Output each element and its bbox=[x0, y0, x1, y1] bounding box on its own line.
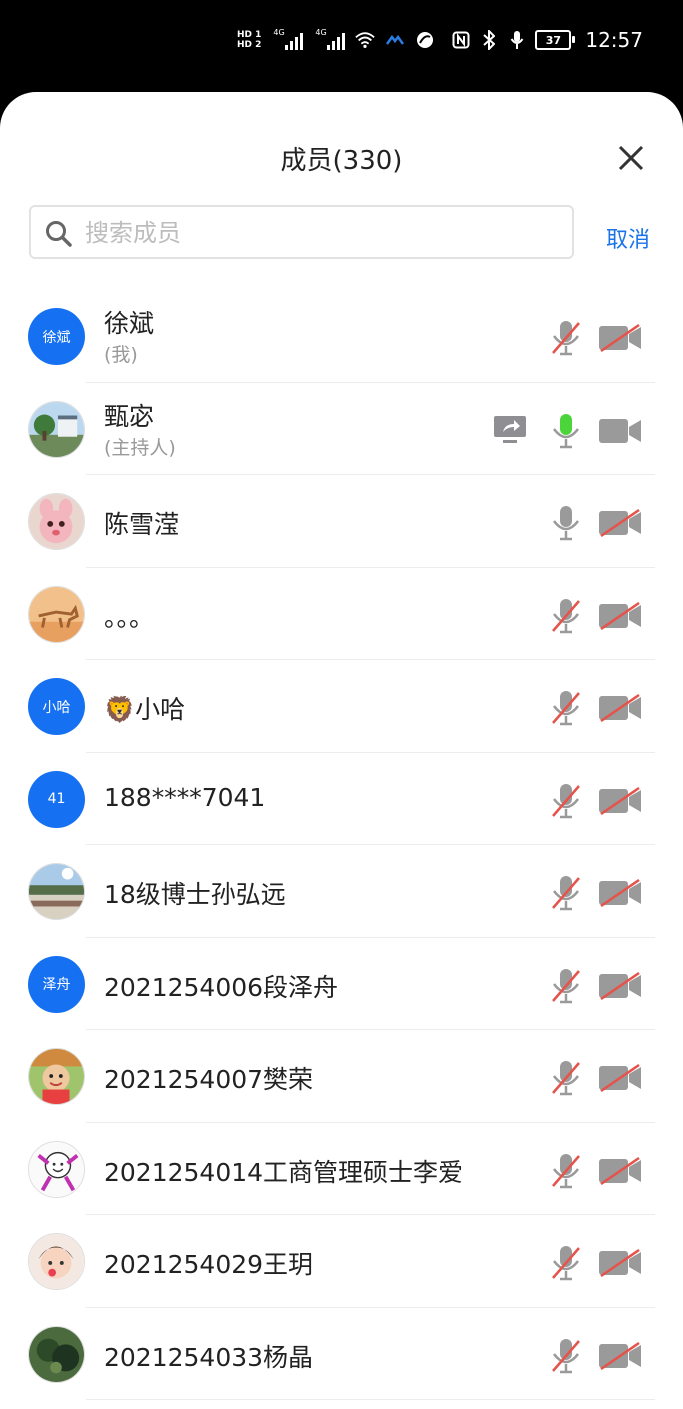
member-name: 甄宓 bbox=[104, 401, 155, 431]
microphone-icon[interactable] bbox=[550, 690, 582, 726]
cancel-button[interactable]: 取消 bbox=[606, 222, 650, 254]
avatar bbox=[28, 1048, 85, 1105]
divider bbox=[86, 1399, 655, 1400]
camera-icon[interactable] bbox=[598, 1156, 642, 1185]
member-name: 2021254033杨晶 bbox=[104, 1342, 314, 1372]
members-sheet: 成员(330) 取消 徐斌 徐斌 (我) 甄宓 (主持人) 陈雪滢 。。。 bbox=[0, 92, 683, 1409]
microphone-icon[interactable] bbox=[550, 875, 582, 911]
wifi-icon bbox=[355, 30, 376, 50]
member-name: 徐斌 bbox=[104, 309, 155, 338]
member-row[interactable]: 。。。 bbox=[0, 568, 683, 660]
avatar bbox=[28, 1325, 85, 1383]
avatar bbox=[28, 493, 85, 550]
member-row[interactable]: 甄宓 (主持人) bbox=[0, 383, 683, 475]
network-type-label: 4G bbox=[315, 28, 327, 37]
microphone-icon[interactable] bbox=[550, 1060, 582, 1096]
close-icon bbox=[618, 145, 644, 171]
camera-icon[interactable] bbox=[598, 417, 642, 445]
member-row[interactable]: 18级博士孙弘远 bbox=[0, 845, 683, 938]
microphone-icon[interactable] bbox=[550, 413, 582, 449]
signal-icon: 4G bbox=[315, 28, 346, 50]
camera-icon[interactable] bbox=[598, 971, 642, 1000]
avatar: 41 bbox=[28, 770, 85, 828]
member-row[interactable]: 泽舟 2021254006段泽舟 bbox=[0, 938, 683, 1030]
avatar bbox=[28, 863, 85, 920]
microphone-status-icon bbox=[507, 30, 527, 50]
microphone-icon[interactable] bbox=[550, 1153, 582, 1189]
battery-icon: 37 bbox=[535, 30, 576, 50]
page-title: 成员(330) bbox=[280, 146, 403, 176]
hd1-label: HD 1 bbox=[237, 30, 262, 40]
status-bar: HD 1 HD 2 4G 4G 37 12:57 bbox=[0, 0, 683, 90]
microphone-icon[interactable] bbox=[550, 968, 582, 1004]
microphone-icon[interactable] bbox=[550, 505, 582, 541]
status-left: HD 1 HD 2 4G 4G bbox=[237, 22, 435, 58]
clock: 12:57 bbox=[585, 28, 643, 52]
screen-share-icon bbox=[493, 415, 527, 445]
browser-icon bbox=[415, 30, 435, 50]
member-name: 18级博士孙弘远 bbox=[104, 880, 286, 909]
microphone-icon[interactable] bbox=[550, 320, 582, 356]
microphone-icon[interactable] bbox=[550, 598, 582, 634]
avatar: 泽舟 bbox=[28, 955, 85, 1013]
search-input[interactable] bbox=[83, 217, 557, 249]
member-name: 。。。 bbox=[104, 602, 155, 632]
member-row[interactable]: 小哈 🦁小哈 bbox=[0, 660, 683, 753]
bluetooth-icon bbox=[479, 30, 499, 50]
close-button[interactable] bbox=[617, 144, 645, 172]
avatar bbox=[28, 585, 85, 643]
member-name: 2021254029王玥 bbox=[104, 1250, 314, 1279]
nfc-icon bbox=[451, 30, 471, 50]
network-type-label: 4G bbox=[273, 28, 285, 37]
camera-icon[interactable] bbox=[598, 323, 642, 353]
member-row[interactable]: 2021254029王玥 bbox=[0, 1215, 683, 1308]
member-name: 2021254007樊荣 bbox=[104, 1065, 314, 1094]
member-role: (我) bbox=[104, 344, 138, 366]
camera-icon[interactable] bbox=[598, 878, 642, 908]
member-row[interactable]: 2021254007樊荣 bbox=[0, 1030, 683, 1123]
status-right: 37 12:57 bbox=[451, 22, 643, 58]
camera-icon[interactable] bbox=[598, 693, 642, 723]
signal-icon: 4G bbox=[273, 28, 304, 50]
avatar: 徐斌 bbox=[28, 308, 85, 365]
avatar: 小哈 bbox=[28, 678, 85, 735]
member-row[interactable]: 2021254014工商管理硕士李爱 bbox=[0, 1123, 683, 1215]
member-role: (主持人) bbox=[104, 436, 176, 459]
member-row[interactable]: 陈雪滢 bbox=[0, 475, 683, 568]
microphone-icon[interactable] bbox=[550, 783, 582, 819]
battery-level: 37 bbox=[545, 33, 562, 47]
camera-icon[interactable] bbox=[598, 508, 642, 538]
member-row[interactable]: 2021254033杨晶 bbox=[0, 1308, 683, 1400]
member-name: 2021254014工商管理硕士李爱 bbox=[104, 1157, 464, 1187]
camera-icon[interactable] bbox=[598, 786, 642, 815]
app-notification-icon bbox=[385, 30, 405, 50]
microphone-icon[interactable] bbox=[550, 1338, 582, 1374]
camera-icon[interactable] bbox=[598, 1063, 642, 1093]
member-name: 2021254006段泽舟 bbox=[104, 972, 339, 1002]
member-row[interactable]: 徐斌 徐斌 (我) bbox=[0, 290, 683, 383]
camera-icon[interactable] bbox=[598, 601, 642, 630]
camera-icon[interactable] bbox=[598, 1341, 642, 1370]
avatar bbox=[28, 1233, 85, 1290]
search-icon bbox=[45, 220, 73, 252]
hd-icon: HD 1 HD 2 bbox=[237, 30, 261, 50]
microphone-icon[interactable] bbox=[550, 1245, 582, 1281]
search-box bbox=[29, 205, 574, 259]
member-name: 188****7041 bbox=[104, 782, 266, 812]
hd2-label: HD 2 bbox=[237, 40, 262, 50]
avatar bbox=[28, 1140, 85, 1198]
member-list: 徐斌 徐斌 (我) 甄宓 (主持人) 陈雪滢 。。。 小哈 🦁小哈 41 188… bbox=[0, 290, 683, 1400]
camera-icon[interactable] bbox=[598, 1248, 642, 1278]
member-row[interactable]: 41 188****7041 bbox=[0, 753, 683, 845]
avatar bbox=[28, 400, 85, 458]
member-name: 🦁小哈 bbox=[104, 695, 186, 724]
member-name: 陈雪滢 bbox=[104, 510, 180, 539]
